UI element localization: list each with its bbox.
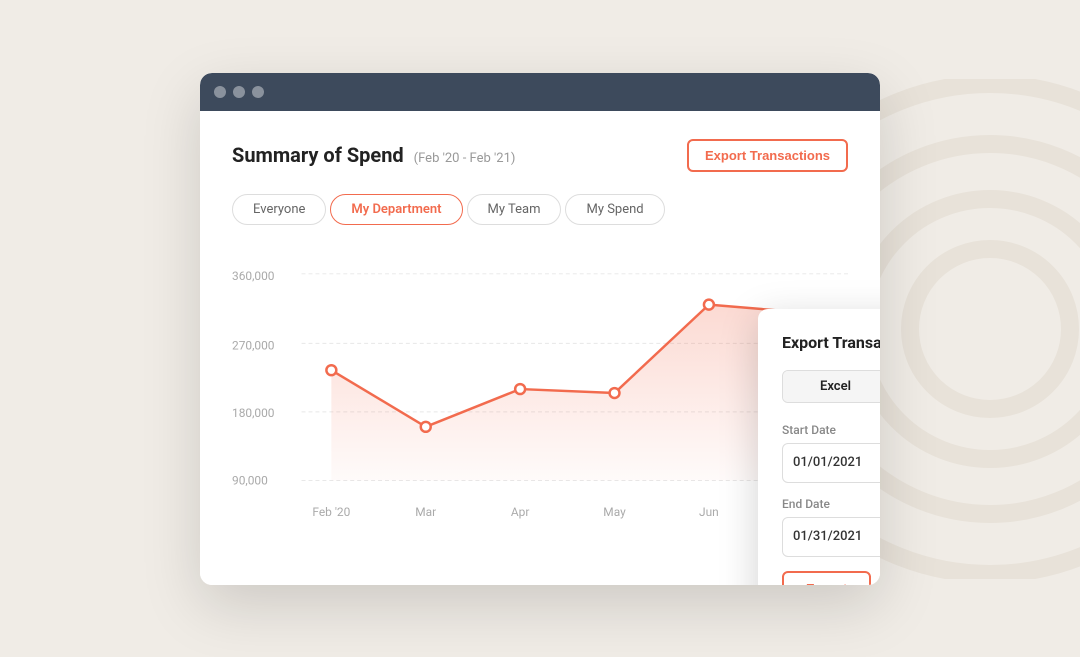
y-label-90: 90,000 [232,473,268,487]
browser-titlebar [200,73,880,111]
tab-everyone[interactable]: Everyone [232,194,326,225]
page-title: Summary of Spend [232,143,404,167]
page-title-group: Summary of Spend (Feb '20 - Feb '21) [232,143,515,167]
x-label-jun: Jun [699,505,719,519]
traffic-light-maximize [252,86,264,98]
datapoint-feb [326,365,336,375]
chart-fill-area [331,304,803,480]
tabs-container: Everyone My Department My Team My Spend [232,194,848,225]
y-label-180: 180,000 [232,405,275,419]
date-range: (Feb '20 - Feb '21) [414,151,516,166]
tab-my-team[interactable]: My Team [467,194,562,225]
format-excel[interactable]: Excel [783,371,880,402]
end-date-input[interactable]: 01/31/2021 [782,517,880,557]
export-modal: Export Transactions Excel CSV Start Date… [758,309,880,585]
x-label-apr: Apr [511,505,530,519]
start-date-label: Start Date [782,423,880,437]
browser-window: Summary of Spend (Feb '20 - Feb '21) Exp… [200,73,880,585]
start-date-value: 01/01/2021 [793,455,880,470]
format-toggle: Excel CSV [782,370,880,403]
traffic-light-minimize [233,86,245,98]
spend-chart: 360,000 270,000 180,000 90,000 [232,249,848,549]
traffic-light-close [214,86,226,98]
start-date-input[interactable]: 01/01/2021 [782,443,880,483]
export-button[interactable]: Export [782,571,871,585]
chart-area: 360,000 270,000 180,000 90,000 [232,249,848,549]
datapoint-may [610,388,620,398]
end-date-value: 01/31/2021 [793,529,880,544]
x-label-may: May [603,505,626,519]
datapoint-apr [515,384,525,394]
x-label-mar: Mar [415,505,436,519]
header-row: Summary of Spend (Feb '20 - Feb '21) Exp… [232,139,848,172]
browser-content: Summary of Spend (Feb '20 - Feb '21) Exp… [200,111,880,585]
y-label-270: 270,000 [232,338,275,352]
end-date-label: End Date [782,497,880,511]
datapoint-mar [421,421,431,431]
datapoint-jun [704,299,714,309]
export-transactions-button[interactable]: Export Transactions [687,139,848,172]
modal-title: Export Transactions [782,333,880,352]
x-label-feb: Feb '20 [312,505,350,519]
modal-actions: Export Cancel [782,571,880,585]
tab-my-department[interactable]: My Department [330,194,462,225]
y-label-360: 360,000 [232,268,275,282]
tab-my-spend[interactable]: My Spend [565,194,664,225]
